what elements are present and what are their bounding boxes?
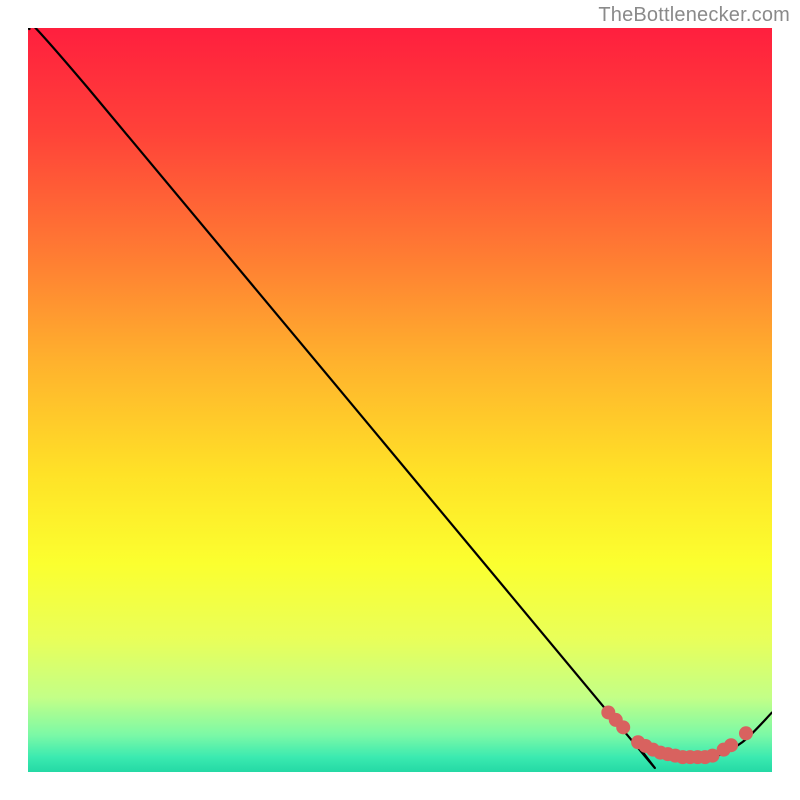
marker-dot — [616, 720, 630, 734]
marker-dot — [724, 738, 738, 752]
bottleneck-chart — [0, 0, 800, 800]
marker-dot — [739, 726, 753, 740]
chart-container: TheBottlenecker.com — [0, 0, 800, 800]
attribution-text: TheBottlenecker.com — [598, 4, 790, 27]
plot-background — [28, 28, 772, 772]
